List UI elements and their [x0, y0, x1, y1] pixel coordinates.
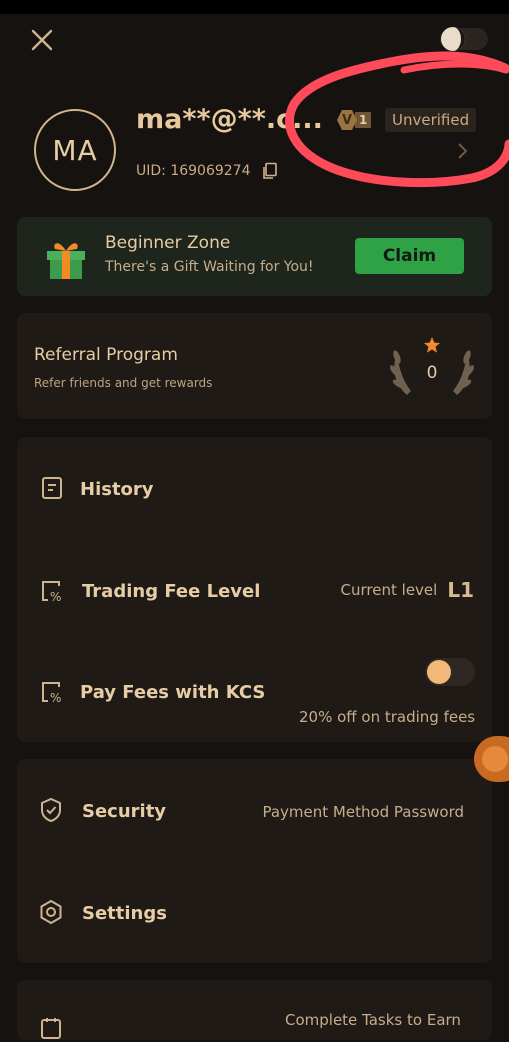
security-row[interactable]: Security Payment Method Password — [17, 789, 492, 833]
vip-badge[interactable]: V 1 — [337, 109, 375, 131]
avatar[interactable]: MA — [34, 109, 116, 191]
svg-text:%: % — [50, 590, 61, 604]
settings-label: Settings — [82, 903, 167, 924]
gear-icon — [40, 899, 62, 925]
star-icon — [424, 337, 440, 353]
current-level: Current level L1 — [341, 578, 474, 602]
percent-doc-icon: % — [42, 581, 61, 604]
gift-icon — [47, 243, 85, 279]
chevron-right-icon[interactable] — [456, 140, 470, 162]
pay-fees-label: Pay Fees with KCS — [80, 682, 266, 703]
trading-fee-level-row[interactable]: % Trading Fee Level Current level L1 — [17, 568, 492, 614]
referral-title: Referral Program — [34, 345, 178, 365]
copy-icon[interactable] — [261, 162, 279, 180]
claim-button[interactable]: Claim — [355, 238, 464, 274]
history-icon — [42, 477, 62, 499]
vip-letter: V — [337, 110, 357, 130]
beginner-zone-subtitle: There's a Gift Waiting for You! — [105, 259, 314, 275]
shield-check-icon — [41, 797, 61, 823]
current-level-value: L1 — [447, 578, 474, 602]
task-icon — [41, 1018, 61, 1039]
pay-fees-toggle[interactable] — [425, 658, 475, 686]
menu-group-tasks[interactable]: Complete Tasks to Earn — [17, 980, 492, 1040]
pay-fees-subtitle: 20% off on trading fees — [299, 708, 476, 726]
menu-group-account: Security Payment Method Password Setting… — [17, 759, 492, 963]
referral-subtitle: Refer friends and get rewards — [34, 376, 213, 390]
theme-toggle-icon[interactable] — [440, 26, 488, 52]
verification-status-badge[interactable]: Unverified — [385, 108, 477, 132]
svg-text:%: % — [50, 691, 61, 705]
current-level-label: Current level — [340, 581, 438, 599]
uid-row: UID: 169069274 — [136, 162, 279, 180]
security-label: Security — [82, 801, 167, 822]
beginner-zone-banner[interactable]: Beginner Zone There's a Gift Waiting for… — [17, 217, 492, 296]
complete-tasks-text: Complete Tasks to Earn — [285, 1011, 461, 1029]
close-icon[interactable] — [28, 26, 56, 54]
referral-count: 0 — [426, 363, 438, 383]
settings-row[interactable]: Settings — [17, 891, 492, 935]
menu-group-trading: History % Trading Fee Level Current leve… — [17, 437, 492, 742]
uid-text: UID: 169069274 — [136, 163, 251, 179]
trading-fee-label: Trading Fee Level — [82, 581, 261, 602]
vip-level: 1 — [355, 112, 372, 128]
status-bar — [0, 0, 509, 14]
history-row[interactable]: History — [17, 467, 492, 511]
toggle-knob — [427, 660, 451, 684]
history-label: History — [80, 479, 154, 500]
security-value: Payment Method Password — [262, 803, 464, 821]
username: ma**@**.c... — [136, 104, 323, 135]
referral-program-card[interactable]: Referral Program Refer friends and get r… — [17, 313, 492, 419]
beginner-zone-title: Beginner Zone — [105, 233, 231, 253]
percent-doc-icon: % — [42, 682, 61, 705]
record-icon — [482, 746, 508, 772]
